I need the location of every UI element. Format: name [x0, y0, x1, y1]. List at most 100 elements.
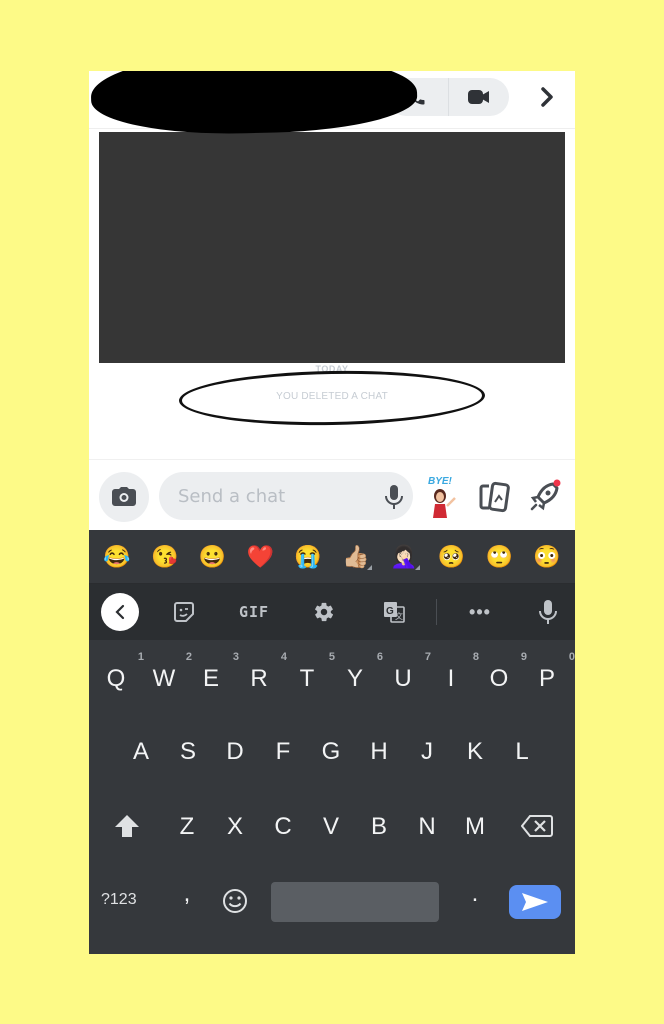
key-label: U: [394, 665, 412, 692]
cards-icon: [479, 481, 510, 513]
emoji-suggestion[interactable]: 😳: [527, 544, 567, 570]
games-button[interactable]: [527, 478, 563, 514]
emoji-suggestion[interactable]: 😀: [192, 544, 232, 570]
chat-message-input[interactable]: [159, 472, 413, 520]
key-v[interactable]: V: [309, 813, 353, 841]
voice-typing-button[interactable]: [535, 594, 561, 630]
key-label: P: [538, 665, 555, 692]
chat-header: [89, 71, 575, 138]
emoji-suggestion[interactable]: 😭: [288, 544, 328, 570]
emoji-suggestion[interactable]: 🙄: [479, 544, 519, 570]
key-f[interactable]: F: [261, 738, 305, 766]
key-o[interactable]: O9: [477, 651, 527, 693]
key-w[interactable]: W2: [142, 651, 192, 693]
key-h[interactable]: H: [357, 738, 401, 766]
key-p[interactable]: P0: [525, 651, 575, 693]
emoji-key[interactable]: [213, 887, 257, 922]
key-m[interactable]: M: [453, 813, 497, 841]
settings-button[interactable]: [309, 594, 339, 630]
key-a[interactable]: A: [119, 738, 163, 766]
emoji-suggestion-row: 😂 😘 😀 ❤️ 😭 👍🏼 🤦🏻‍♀️ 🥺 🙄 😳: [89, 530, 575, 584]
microphone-icon: [385, 485, 403, 509]
shift-key[interactable]: [105, 814, 149, 845]
emoji-suggestion[interactable]: 🥺: [431, 544, 471, 570]
keyboard-toolbar: GIF G文 •••: [89, 584, 575, 640]
chevron-right-icon: [541, 87, 553, 107]
key-label: Q: [106, 665, 126, 692]
key-r[interactable]: R4: [237, 651, 287, 693]
key-g[interactable]: G: [309, 738, 353, 766]
key-b[interactable]: B: [357, 813, 401, 841]
camera-button[interactable]: [99, 472, 149, 522]
backspace-key[interactable]: [515, 814, 559, 845]
snapchat-chat-screen: T O D A Y YOU DELETED A CHAT BYE!: [89, 71, 575, 954]
period-key[interactable]: .: [453, 880, 497, 908]
key-label: Y: [346, 665, 363, 692]
sticker-icon: [174, 602, 194, 622]
more-options-button[interactable]: •••: [464, 594, 496, 630]
toolbar-back-button[interactable]: [101, 593, 139, 631]
key-l[interactable]: L: [500, 738, 544, 766]
video-call-button[interactable]: [449, 78, 510, 116]
translate-icon: G文: [384, 602, 405, 623]
key-k[interactable]: K: [453, 738, 497, 766]
key-label: T: [299, 665, 315, 692]
space-bar[interactable]: [271, 882, 439, 922]
chevron-left-icon: [115, 604, 125, 620]
next-button[interactable]: [532, 81, 562, 113]
key-label: O: [489, 665, 509, 692]
key-d[interactable]: D: [213, 738, 257, 766]
camera-icon: [112, 487, 136, 506]
keyboard: 😂 😘 😀 ❤️ 😭 👍🏼 🤦🏻‍♀️ 🥺 🙄 😳 GIF G文: [89, 530, 575, 954]
voice-note-button[interactable]: [383, 484, 405, 510]
cards-button[interactable]: [477, 480, 513, 514]
emoji-suggestion[interactable]: 👍🏼: [336, 544, 376, 570]
key-n[interactable]: N: [405, 813, 449, 841]
key-row-2: A S D F G H J K L: [89, 714, 575, 784]
backspace-icon: [520, 815, 553, 837]
key-hint: 3: [232, 651, 239, 663]
emoji-suggestion[interactable]: 🤦🏻‍♀️: [384, 544, 424, 570]
key-hint: 5: [328, 651, 335, 663]
gif-button[interactable]: GIF: [234, 594, 274, 630]
key-row-3: Z X C V B N M: [89, 788, 575, 858]
key-j[interactable]: J: [405, 738, 449, 766]
key-hint: 8: [472, 651, 479, 663]
sticker-button[interactable]: [169, 594, 199, 630]
bitmoji-button[interactable]: BYE!: [425, 474, 461, 520]
emoji-suggestion[interactable]: 😂: [97, 544, 137, 570]
svg-text:G: G: [386, 606, 394, 617]
send-arrow-icon: [522, 893, 548, 911]
key-x[interactable]: X: [213, 813, 257, 841]
emoji-suggestion[interactable]: 😘: [145, 544, 185, 570]
comma-key[interactable]: ,: [165, 880, 209, 908]
key-hint: 7: [424, 651, 431, 663]
key-e[interactable]: E3: [189, 651, 239, 693]
key-hint: 2: [185, 651, 192, 663]
key-u[interactable]: U7: [381, 651, 431, 693]
key-label: I: [447, 665, 455, 692]
toolbar-divider: [436, 599, 437, 625]
symbols-key[interactable]: ?123: [101, 891, 137, 909]
key-i[interactable]: I8: [429, 651, 479, 693]
key-hint: 6: [376, 651, 383, 663]
rocket-icon: [530, 479, 561, 511]
key-c[interactable]: C: [261, 813, 305, 841]
translate-button[interactable]: G文: [379, 594, 409, 630]
send-key[interactable]: [509, 885, 561, 919]
key-t[interactable]: T5: [285, 651, 335, 693]
emoji-suggestion[interactable]: ❤️: [240, 544, 280, 570]
redacted-contact-name: [90, 71, 418, 138]
key-hint: 1: [137, 651, 144, 663]
deleted-chat-notice: YOU DELETED A CHAT: [276, 391, 388, 402]
key-q[interactable]: Q1: [94, 651, 144, 693]
key-s[interactable]: S: [166, 738, 210, 766]
smiley-icon: [223, 889, 247, 913]
bitmoji-icon: BYE!: [428, 476, 456, 518]
key-z[interactable]: Z: [165, 813, 209, 841]
key-label: W: [152, 665, 176, 692]
key-label: R: [250, 665, 268, 692]
key-y[interactable]: Y6: [333, 651, 383, 693]
video-camera-icon: [467, 90, 489, 104]
key-label: E: [202, 665, 219, 692]
